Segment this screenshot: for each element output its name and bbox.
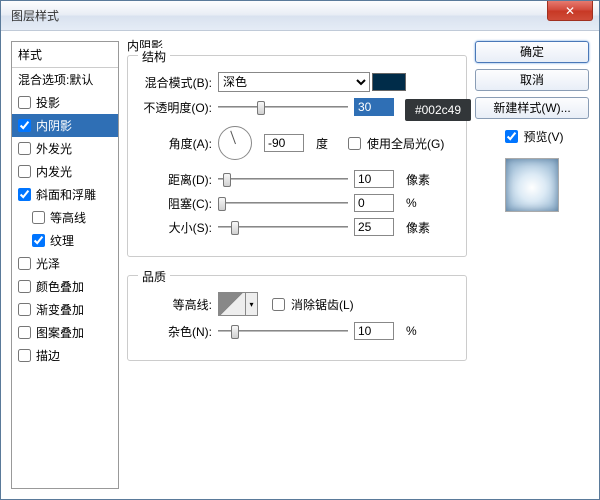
- ok-button[interactable]: 确定: [475, 41, 589, 63]
- sidebar-item-图案叠加[interactable]: 图案叠加: [12, 321, 118, 344]
- opacity-slider[interactable]: [218, 98, 348, 116]
- sidebar-item-斜面和浮雕[interactable]: 斜面和浮雕: [12, 183, 118, 206]
- distance-input[interactable]: [354, 170, 394, 188]
- preview-thumbnail: [505, 158, 559, 212]
- contour-picker[interactable]: [218, 292, 246, 316]
- shadow-color-swatch[interactable]: [372, 73, 406, 91]
- choke-label: 阻塞(C):: [136, 195, 218, 212]
- opacity-label: 不透明度(O):: [136, 99, 218, 116]
- window-title: 图层样式: [11, 7, 59, 24]
- angle-unit: 度: [316, 135, 328, 152]
- noise-unit: %: [406, 324, 417, 338]
- preview-checkbox[interactable]: 预览(V): [475, 127, 589, 146]
- noise-slider[interactable]: [218, 322, 348, 340]
- sidebar-item-等高线[interactable]: 等高线: [12, 206, 118, 229]
- layer-style-dialog: 图层样式 ✕ 样式 混合选项:默认 投影内阴影外发光内发光斜面和浮雕等高线纹理光…: [0, 0, 600, 500]
- close-button[interactable]: ✕: [547, 1, 593, 21]
- sidebar-item-内发光[interactable]: 内发光: [12, 160, 118, 183]
- noise-label: 杂色(N):: [136, 323, 218, 340]
- distance-label: 距离(D):: [136, 171, 218, 188]
- blend-mode-label: 混合模式(B):: [136, 74, 218, 91]
- sidebar-item-光泽[interactable]: 光泽: [12, 252, 118, 275]
- sidebar-header: 样式: [12, 42, 118, 68]
- close-icon: ✕: [565, 4, 575, 18]
- distance-slider[interactable]: [218, 170, 348, 188]
- sidebar-item-纹理[interactable]: 纹理: [12, 229, 118, 252]
- sidebar-blend-options[interactable]: 混合选项:默认: [12, 68, 118, 91]
- sidebar-item-颜色叠加[interactable]: 颜色叠加: [12, 275, 118, 298]
- sidebar-item-内阴影[interactable]: 内阴影: [12, 114, 118, 137]
- size-input[interactable]: [354, 218, 394, 236]
- angle-input[interactable]: [264, 134, 304, 152]
- structure-legend: 结构: [138, 48, 170, 65]
- sidebar-item-渐变叠加[interactable]: 渐变叠加: [12, 298, 118, 321]
- main-panel: 内阴影 #002c49 结构 混合模式(B): 深色 不透明度(O):: [127, 41, 467, 489]
- choke-slider[interactable]: [218, 194, 348, 212]
- contour-label: 等高线:: [136, 296, 218, 313]
- sidebar-item-投影[interactable]: 投影: [12, 91, 118, 114]
- dialog-content: 样式 混合选项:默认 投影内阴影外发光内发光斜面和浮雕等高线纹理光泽颜色叠加渐变…: [1, 31, 599, 499]
- antialias-checkbox[interactable]: 消除锯齿(L): [268, 295, 354, 314]
- size-slider[interactable]: [218, 218, 348, 236]
- noise-input[interactable]: [354, 322, 394, 340]
- color-tooltip: #002c49: [405, 99, 471, 121]
- quality-fieldset: 品质 等高线: ▾ 消除锯齿(L) 杂色(N):: [127, 275, 467, 361]
- contour-dropdown-arrow[interactable]: ▾: [246, 292, 258, 316]
- titlebar: 图层样式 ✕: [1, 1, 599, 31]
- blend-mode-select[interactable]: 深色: [218, 72, 370, 92]
- opacity-input[interactable]: [354, 98, 394, 116]
- global-light-checkbox[interactable]: 使用全局光(G): [344, 134, 444, 153]
- angle-dial[interactable]: [218, 126, 252, 160]
- structure-fieldset: 结构 混合模式(B): 深色 不透明度(O): %: [127, 55, 467, 257]
- sidebar-item-外发光[interactable]: 外发光: [12, 137, 118, 160]
- distance-unit: 像素: [406, 171, 430, 188]
- choke-unit: %: [406, 196, 417, 210]
- quality-legend: 品质: [138, 268, 170, 285]
- sidebar-item-描边[interactable]: 描边: [12, 344, 118, 367]
- new-style-button[interactable]: 新建样式(W)...: [475, 97, 589, 119]
- angle-label: 角度(A):: [136, 135, 218, 152]
- size-label: 大小(S):: [136, 219, 218, 236]
- right-column: 确定 取消 新建样式(W)... 预览(V): [475, 41, 589, 489]
- size-unit: 像素: [406, 219, 430, 236]
- cancel-button[interactable]: 取消: [475, 69, 589, 91]
- styles-sidebar: 样式 混合选项:默认 投影内阴影外发光内发光斜面和浮雕等高线纹理光泽颜色叠加渐变…: [11, 41, 119, 489]
- choke-input[interactable]: [354, 194, 394, 212]
